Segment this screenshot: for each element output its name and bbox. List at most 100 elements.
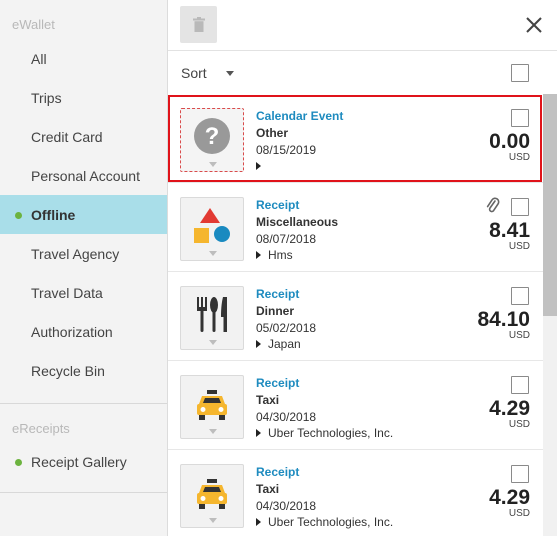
- sidebar-item-travel-data[interactable]: Travel Data: [0, 273, 167, 312]
- vendor-label: Uber Technologies, Inc.: [268, 515, 394, 529]
- item-amount: 4.29: [489, 397, 530, 420]
- section-title-ereceipts: eReceipts: [12, 421, 70, 436]
- paperclip-icon[interactable]: [486, 197, 500, 215]
- caret-right-icon: [256, 429, 261, 437]
- caret-right-icon: [256, 251, 261, 259]
- item-date: 05/02/2018: [256, 321, 317, 335]
- item-date: 04/30/2018: [256, 499, 317, 513]
- item-currency: USD: [508, 330, 530, 341]
- sidebar-item-all[interactable]: All: [0, 39, 167, 78]
- caret-right-icon: [256, 518, 261, 526]
- thumbnail[interactable]: [180, 375, 244, 439]
- sidebar-item-label: Authorization: [31, 323, 113, 340]
- sort-dropdown[interactable]: Sort: [181, 65, 207, 81]
- row-checkbox[interactable]: [511, 465, 529, 483]
- item-type: Receipt: [256, 376, 300, 390]
- row-checkbox[interactable]: [511, 287, 529, 305]
- vendor-label: Japan: [268, 337, 301, 351]
- list-item[interactable]: ? Calendar Event Other 08/15/2019 0.00 U…: [168, 94, 543, 183]
- taxi-icon: [197, 479, 227, 509]
- sidebar-item-label: All: [31, 50, 47, 67]
- list-item[interactable]: Receipt Dinner 05/02/2018 Japan 84.10 US…: [168, 272, 543, 361]
- item-date: 04/30/2018: [256, 410, 317, 424]
- chevron-down-icon[interactable]: [226, 71, 234, 76]
- item-amount: 84.10: [477, 308, 530, 331]
- item-amount: 8.41: [489, 219, 530, 242]
- item-category: Other: [256, 126, 289, 140]
- item-category: Taxi: [256, 482, 280, 496]
- item-type: Receipt: [256, 287, 300, 301]
- chevron-down-icon: [209, 429, 217, 434]
- item-category: Miscellaneous: [256, 215, 339, 229]
- thumbnail[interactable]: [180, 286, 244, 350]
- chevron-down-icon: [209, 340, 217, 345]
- section-title-ewallet: eWallet: [12, 17, 55, 32]
- sidebar-item-label: Travel Data: [31, 284, 103, 301]
- item-date: 08/15/2019: [256, 143, 317, 157]
- item-vendor[interactable]: Hms: [256, 248, 293, 262]
- sidebar-item-authorization[interactable]: Authorization: [0, 312, 167, 351]
- row-checkbox[interactable]: [511, 198, 529, 216]
- sidebar-item-label: Credit Card: [31, 128, 103, 145]
- item-vendor[interactable]: Uber Technologies, Inc.: [256, 426, 393, 440]
- sidebar-divider: [0, 492, 167, 493]
- item-category: Taxi: [256, 393, 280, 407]
- shapes-icon: [194, 208, 230, 243]
- sidebar-item-label: Receipt Gallery: [31, 453, 127, 470]
- expense-list: ? Calendar Event Other 08/15/2019 0.00 U…: [168, 94, 543, 536]
- chevron-down-icon: [209, 251, 217, 256]
- sidebar-item-personal-account[interactable]: Personal Account: [0, 156, 167, 195]
- svg-text:?: ?: [205, 123, 220, 150]
- item-currency: USD: [508, 152, 530, 163]
- item-vendor[interactable]: Uber Technologies, Inc.: [256, 515, 393, 529]
- select-all-checkbox[interactable]: [511, 64, 529, 82]
- close-icon[interactable]: [523, 14, 545, 36]
- item-amount: 0.00: [489, 130, 530, 153]
- chevron-down-icon: [209, 162, 217, 167]
- toolbar: [168, 0, 557, 51]
- sidebar-item-label: Travel Agency: [31, 245, 120, 262]
- status-dot: [15, 458, 22, 466]
- item-date: 08/07/2018: [256, 232, 317, 246]
- utensils-icon: [197, 297, 227, 332]
- item-type: Calendar Event: [256, 109, 344, 123]
- caret-right-icon: [256, 162, 261, 170]
- taxi-icon: [197, 390, 227, 420]
- row-checkbox[interactable]: [511, 109, 529, 127]
- delete-button[interactable]: [180, 6, 217, 43]
- sort-bar: Sort: [168, 52, 557, 94]
- sidebar-item-label: Offline: [31, 206, 76, 223]
- trash-icon: [192, 17, 205, 32]
- active-dot: [15, 211, 22, 219]
- item-vendor[interactable]: Japan: [256, 337, 301, 351]
- question-icon: ?: [194, 118, 230, 154]
- item-currency: USD: [508, 508, 530, 519]
- row-checkbox[interactable]: [511, 376, 529, 394]
- item-vendor[interactable]: [256, 159, 268, 173]
- thumbnail[interactable]: [180, 197, 244, 261]
- vendor-label: Hms: [268, 248, 293, 262]
- sidebar-item-label: Personal Account: [31, 167, 140, 184]
- list-item[interactable]: Receipt Taxi 04/30/2018 Uber Technologie…: [168, 361, 543, 450]
- item-type: Receipt: [256, 198, 300, 212]
- chevron-down-icon: [209, 518, 217, 523]
- item-type: Receipt: [256, 465, 300, 479]
- item-currency: USD: [508, 419, 530, 430]
- sidebar-item-receipt-gallery[interactable]: Receipt Gallery: [0, 442, 167, 481]
- sidebar-item-recycle-bin[interactable]: Recycle Bin: [0, 351, 167, 390]
- scrollbar-thumb[interactable]: [543, 94, 557, 316]
- list-item[interactable]: Receipt Miscellaneous 08/07/2018 Hms 8.4…: [168, 183, 543, 272]
- sidebar-divider: [0, 403, 167, 404]
- sidebar-item-offline[interactable]: Offline: [0, 195, 167, 234]
- vendor-label: Uber Technologies, Inc.: [268, 426, 394, 440]
- thumbnail[interactable]: ?: [180, 108, 244, 172]
- sidebar-item-label: Trips: [31, 89, 62, 106]
- thumbnail[interactable]: [180, 464, 244, 528]
- sidebar-item-credit-card[interactable]: Credit Card: [0, 117, 167, 156]
- sidebar-item-travel-agency[interactable]: Travel Agency: [0, 234, 167, 273]
- sidebar-item-label: Recycle Bin: [31, 362, 105, 379]
- item-category: Dinner: [256, 304, 295, 318]
- sidebar-item-trips[interactable]: Trips: [0, 78, 167, 117]
- item-amount: 4.29: [489, 486, 530, 509]
- list-item[interactable]: Receipt Taxi 04/30/2018 Uber Technologie…: [168, 450, 543, 536]
